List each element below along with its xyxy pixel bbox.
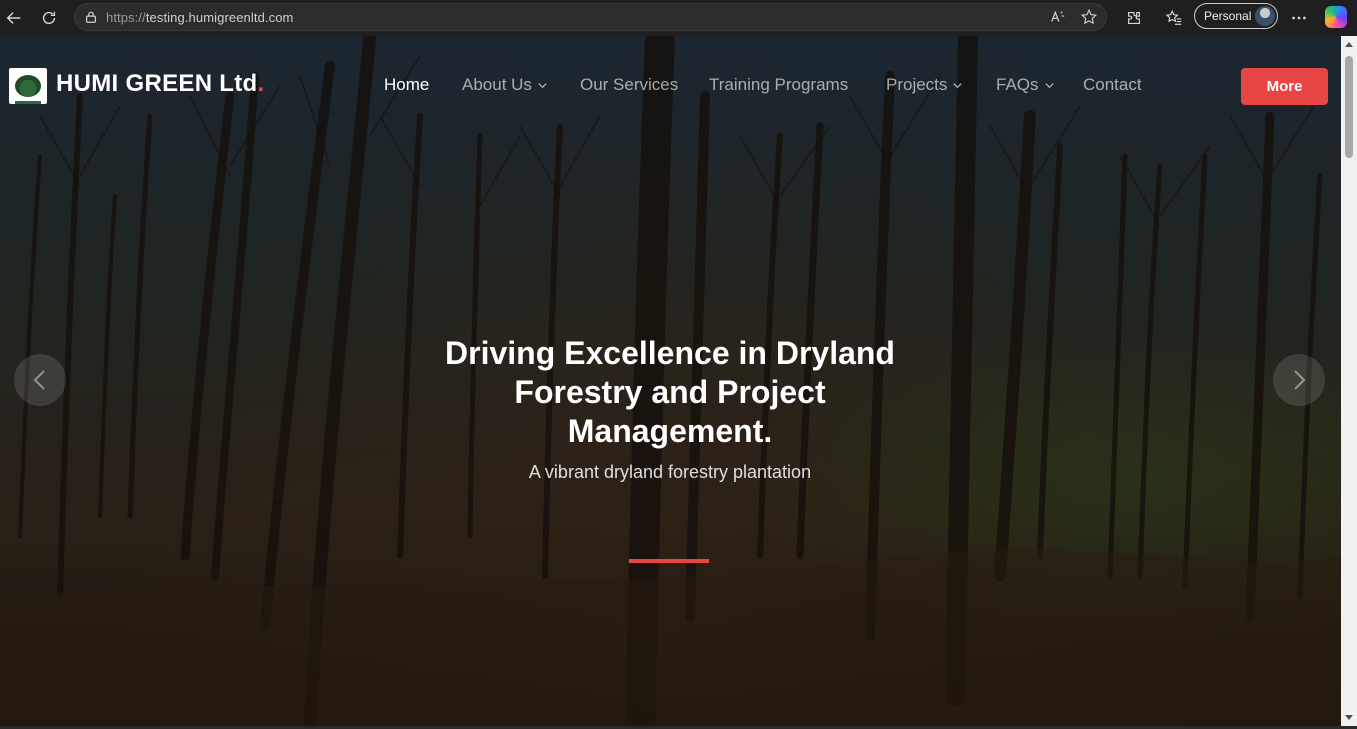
- nav-our-services[interactable]: Our Services: [580, 75, 678, 95]
- scroll-down-arrow-icon[interactable]: [1345, 715, 1353, 720]
- refresh-icon[interactable]: [35, 4, 63, 32]
- chevron-down-icon: [538, 82, 547, 88]
- hero-divider: [629, 559, 709, 563]
- hero-title-line: Driving Excellence in Dryland: [445, 335, 895, 371]
- chevron-down-icon: [1044, 82, 1054, 88]
- nav-label: FAQs: [996, 75, 1039, 94]
- chevron-right-icon: [1294, 370, 1306, 390]
- read-aloud-icon[interactable]: [1049, 8, 1067, 26]
- page-viewport: HUMI GREEN Ltd. Home About Us Our Servic…: [0, 36, 1341, 726]
- logo-emblem-icon: [15, 75, 41, 104]
- more-menu-icon[interactable]: [1285, 4, 1313, 32]
- scroll-up-arrow-icon[interactable]: [1345, 42, 1353, 47]
- url-host: testing.humigreenltd.com: [145, 10, 294, 25]
- nav-label: Training Programs: [709, 75, 849, 94]
- nav-label: Our Services: [580, 75, 679, 94]
- nav-contact[interactable]: Contact: [1083, 75, 1142, 95]
- nav-label: About Us: [462, 75, 532, 94]
- copilot-icon[interactable]: [1325, 6, 1347, 28]
- profile-label: Personal: [1204, 9, 1252, 23]
- hero-title-line: Management.: [567, 413, 773, 449]
- address-bar[interactable]: https://testing.humigreenltd.com: [74, 3, 1107, 31]
- more-button[interactable]: More: [1241, 68, 1328, 105]
- hero-title-line: Forestry and Project: [514, 374, 826, 410]
- nav-projects[interactable]: Projects: [886, 75, 963, 95]
- brand-dot: .: [257, 70, 265, 97]
- carousel-prev-button[interactable]: [14, 354, 66, 406]
- nav-faqs[interactable]: FAQs: [996, 75, 1055, 95]
- avatar: [1255, 6, 1275, 26]
- lock-icon[interactable]: [84, 10, 98, 24]
- extensions-icon[interactable]: [1120, 4, 1148, 32]
- brand-text: HUMI GREEN Ltd: [56, 70, 258, 97]
- favorite-star-icon[interactable]: [1080, 8, 1098, 26]
- nav-label: Home: [384, 75, 430, 94]
- company-logo[interactable]: [9, 68, 47, 104]
- profile-button[interactable]: Personal: [1194, 3, 1278, 29]
- chevron-down-icon: [953, 82, 963, 88]
- hero-title: Driving Excellence in Dryland Forestry a…: [370, 334, 970, 451]
- hero-subtitle: A vibrant dryland forestry plantation: [528, 462, 812, 482]
- url-text[interactable]: https://testing.humigreenltd.com: [106, 10, 293, 25]
- nav-home[interactable]: Home: [384, 75, 429, 95]
- nav-training-programs[interactable]: Training Programs: [709, 75, 848, 95]
- favorites-icon[interactable]: [1160, 4, 1188, 32]
- nav-label: Contact: [1083, 75, 1142, 94]
- url-protocol: https://: [106, 10, 146, 25]
- back-icon[interactable]: [0, 4, 28, 32]
- scroll-thumb[interactable]: [1345, 56, 1353, 158]
- brand-name[interactable]: HUMI GREEN Ltd.: [56, 70, 265, 98]
- page-scrollbar[interactable]: [1341, 36, 1357, 726]
- chevron-left-icon: [33, 370, 45, 390]
- nav-about-us[interactable]: About Us: [462, 75, 548, 95]
- carousel-next-button[interactable]: [1273, 354, 1325, 406]
- browser-toolbar: https://testing.humigreenltd.com Persona…: [0, 0, 1357, 36]
- nav-label: Projects: [886, 75, 948, 94]
